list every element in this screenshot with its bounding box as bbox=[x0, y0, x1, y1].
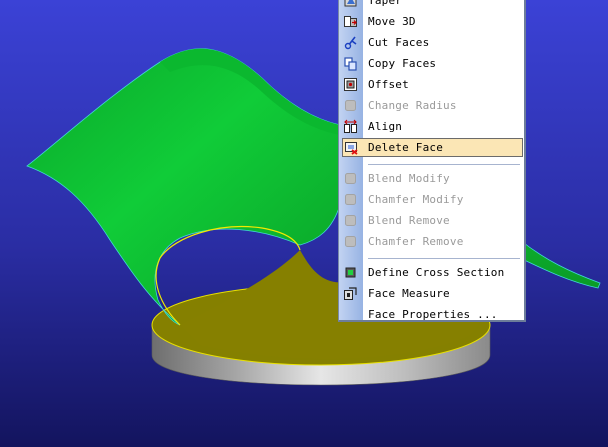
menu-item-taper[interactable]: Taper bbox=[339, 0, 524, 10]
blend-modify-icon bbox=[345, 173, 356, 184]
menu-item-label: Face Properties ... bbox=[368, 308, 498, 321]
define-cross-section-icon bbox=[345, 267, 356, 278]
menu-item-change-radius: Change Radius bbox=[339, 96, 524, 115]
face-properties-icon bbox=[343, 307, 358, 322]
menu-item-label: Align bbox=[368, 120, 403, 133]
menu-item-chamfer-modify: Chamfer Modify bbox=[339, 190, 524, 209]
menu-item-face-measure[interactable]: Face Measure bbox=[339, 284, 524, 303]
menu-item-label: Delete Face bbox=[368, 141, 444, 154]
chamfer-modify-icon bbox=[345, 194, 356, 205]
context-menu: Taper Move 3D Cut Faces Copy Faces Offset Cha… bbox=[338, 0, 526, 322]
menu-item-cut-faces[interactable]: Cut Faces bbox=[339, 33, 524, 52]
menu-item-blend-remove: Blend Remove bbox=[339, 211, 524, 230]
change-radius-icon bbox=[345, 100, 356, 111]
menu-item-copy-faces[interactable]: Copy Faces bbox=[339, 54, 524, 73]
menu-item-label: Chamfer Remove bbox=[368, 235, 464, 248]
menu-item-label: Define Cross Section bbox=[368, 266, 505, 279]
menu-item-move-3d[interactable]: Move 3D bbox=[339, 12, 524, 31]
menu-separator bbox=[368, 164, 520, 165]
menu-item-offset[interactable]: Offset bbox=[339, 75, 524, 94]
menu-item-face-properties[interactable]: Face Properties ... bbox=[339, 305, 524, 322]
offset-icon bbox=[344, 78, 357, 91]
face-measure-icon bbox=[344, 287, 357, 300]
menu-item-align[interactable]: Align bbox=[339, 117, 524, 136]
blend-remove-icon bbox=[345, 215, 356, 226]
menu-item-delete-face[interactable]: Delete Face bbox=[342, 138, 523, 157]
copy-faces-icon bbox=[344, 57, 357, 71]
menu-item-define-cross-section[interactable]: Define Cross Section bbox=[339, 263, 524, 282]
menu-item-label: Copy Faces bbox=[368, 57, 437, 70]
taper-icon bbox=[344, 0, 357, 7]
move-3d-icon bbox=[344, 16, 357, 27]
menu-item-label: Chamfer Modify bbox=[368, 193, 464, 206]
menu-item-label: Blend Modify bbox=[368, 172, 450, 185]
menu-item-label: Change Radius bbox=[368, 99, 457, 112]
delete-face-icon bbox=[345, 142, 358, 155]
chamfer-remove-icon bbox=[345, 236, 356, 247]
menu-item-label: Offset bbox=[368, 78, 409, 91]
menu-item-label: Cut Faces bbox=[368, 36, 430, 49]
menu-item-label: Blend Remove bbox=[368, 214, 450, 227]
align-icon bbox=[344, 119, 357, 133]
menu-item-chamfer-remove: Chamfer Remove bbox=[339, 232, 524, 251]
cut-faces-icon bbox=[344, 36, 357, 50]
menu-separator bbox=[368, 258, 520, 259]
menu-item-blend-modify: Blend Modify bbox=[339, 169, 524, 188]
menu-item-label: Taper bbox=[368, 0, 403, 7]
menu-item-label: Face Measure bbox=[368, 287, 450, 300]
menu-item-label: Move 3D bbox=[368, 15, 416, 28]
